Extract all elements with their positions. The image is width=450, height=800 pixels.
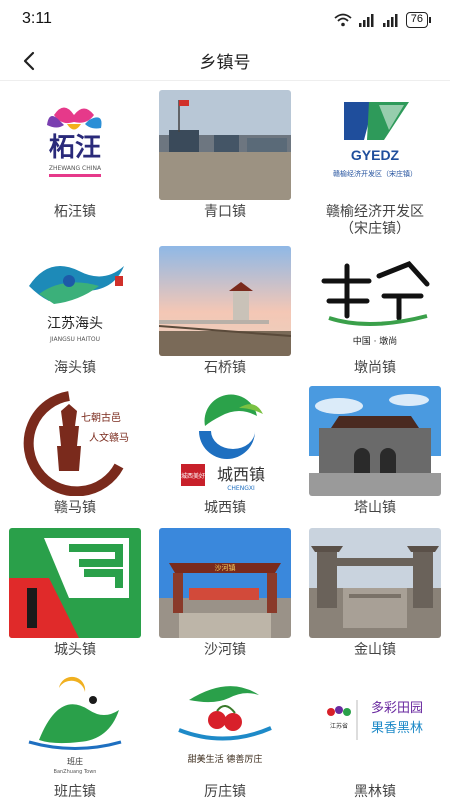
town-name: 城西镇 bbox=[204, 500, 246, 516]
logo-text: 柘汪 bbox=[49, 133, 101, 163]
town-name: 塔山镇 bbox=[354, 500, 396, 516]
logo-text: 甜美生活 德善厉庄 bbox=[188, 753, 263, 765]
logo-text: ZHEWANG CHINA bbox=[49, 165, 102, 172]
town-photo-tashan bbox=[309, 386, 441, 496]
town-name: 海头镇 bbox=[54, 360, 96, 376]
town-name: 墩尚镇 bbox=[354, 360, 396, 376]
logo-text: CHENGXI bbox=[227, 485, 255, 492]
logo-text: BanZhuang Town bbox=[54, 769, 97, 775]
town-photo-shahe: 沙河镇 bbox=[159, 528, 291, 638]
battery-indicator: 76 bbox=[405, 12, 432, 28]
logo-text: 沙河镇 bbox=[215, 563, 236, 572]
town-logo-banzhuang: 班庄 BanZhuang Town bbox=[9, 670, 141, 780]
logo-text: 中国 · 墩尚 bbox=[353, 335, 398, 347]
town-logo-gyedz: GYEDZ 赣榆经济开发区（宋庄镇） bbox=[309, 90, 441, 200]
wifi-icon bbox=[334, 13, 352, 27]
town-name: 赣马镇 bbox=[54, 500, 96, 516]
town-logo-lizhuang: 甜美生活 德善厉庄 bbox=[159, 670, 291, 780]
logo-text: 城西镇 bbox=[217, 465, 265, 484]
town-logo-chengxi: 城西美好 城西镇 CHENGXI bbox=[159, 386, 291, 496]
town-photo-jinshan bbox=[309, 528, 441, 638]
page-title: 乡镇号 bbox=[199, 53, 251, 73]
logo-text: 城西美好 bbox=[181, 472, 205, 480]
logo-text: 赣榆经济开发区（宋庄镇） bbox=[333, 169, 417, 178]
town-logo-dunshang: 中国 · 墩尚 bbox=[309, 246, 441, 356]
logo-text: JIANGSU HAITOU bbox=[49, 336, 100, 343]
town-logo-haitou: 江苏海头 JIANGSU HAITOU bbox=[9, 246, 141, 356]
logo-text: 七朝古邑 bbox=[81, 411, 121, 424]
status-time: 3:11 bbox=[22, 10, 52, 27]
town-name: 金山镇 bbox=[354, 642, 396, 658]
town-photo-qingkou bbox=[159, 90, 291, 200]
town-name: 沙河镇 bbox=[204, 642, 246, 658]
town-name: 黑林镇 bbox=[354, 784, 396, 800]
status-icons: 76 bbox=[334, 12, 432, 28]
town-name: 厉庄镇 bbox=[204, 784, 246, 800]
town-logo-ganma: 七朝古邑 人文赣马 bbox=[9, 386, 141, 496]
town-name: 石桥镇 bbox=[204, 360, 246, 376]
logo-text: 江苏省 bbox=[330, 722, 348, 730]
town-photo-shiqiao bbox=[159, 246, 291, 356]
signal-icon bbox=[358, 13, 376, 27]
logo-text: 班庄 bbox=[67, 756, 83, 766]
divider bbox=[0, 80, 450, 81]
logo-text: 江苏海头 bbox=[47, 316, 103, 332]
status-bar: 3:11 76 bbox=[0, 0, 450, 40]
logo-text: 人文赣马 bbox=[89, 431, 129, 444]
logo-text: 果香黑林 bbox=[371, 721, 423, 736]
town-name: 柘汪镇 bbox=[54, 204, 96, 220]
town-name: 城头镇 bbox=[54, 642, 96, 658]
signal-icon bbox=[382, 13, 400, 27]
town-logo-zhewang: 柘汪 ZHEWANG CHINA bbox=[9, 90, 141, 200]
nav-bar: 乡镇号 bbox=[0, 40, 450, 80]
town-name: 赣榆经济开发区 （宋庄镇） bbox=[326, 204, 424, 237]
town-name: 青口镇 bbox=[204, 204, 246, 220]
town-logo-chengtou bbox=[9, 528, 141, 638]
town-logo-heilin: 江苏省 多彩田园 果香黑林 bbox=[309, 670, 441, 780]
town-name: 班庄镇 bbox=[54, 784, 96, 800]
logo-text: 多彩田园 bbox=[371, 700, 423, 716]
logo-text: GYEDZ bbox=[351, 147, 400, 163]
